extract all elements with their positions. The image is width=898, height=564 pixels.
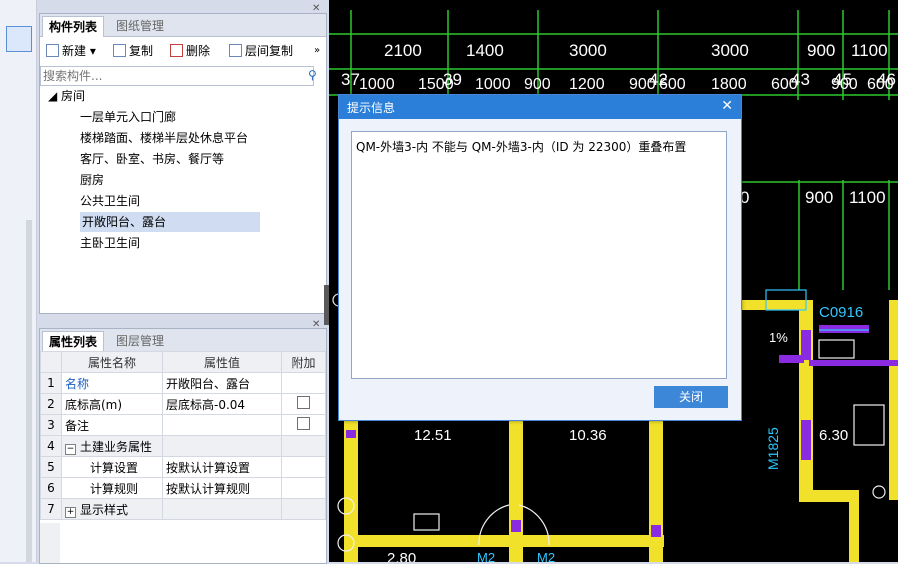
table-row[interactable]: 7 + 显示样式: [40, 498, 326, 520]
property-value[interactable]: 开敞阳台、露台: [162, 372, 282, 394]
delete-icon: [170, 44, 183, 57]
property-grid: 属性名称 属性值 附加 1 名称 开敞阳台、露台 2 底标高(m) 层底标高-0…: [40, 351, 326, 520]
dialog-message: QM-外墙3-内 不能与 QM-外墙3-内（ID 为 22300）重叠布置: [356, 140, 687, 154]
col-header-name: 属性名称: [61, 351, 163, 373]
extra-checkbox[interactable]: [297, 417, 310, 430]
view-mode-icon[interactable]: [6, 26, 32, 52]
property-group-name: 显示样式: [80, 502, 129, 517]
axis-label: 45: [833, 70, 852, 89]
property-value[interactable]: 按默认计算设置: [162, 456, 282, 478]
door-tag: M2: [477, 550, 496, 562]
tree-item[interactable]: 一层单元入口门廊: [80, 107, 176, 127]
tree-item[interactable]: 楼梯踏面、楼梯半层处休息平台: [80, 128, 248, 148]
tab-property-list[interactable]: 属性列表: [42, 331, 105, 352]
property-value[interactable]: 按默认计算规则: [162, 477, 282, 499]
new-button[interactable]: 新建 ▾: [46, 41, 96, 61]
axis-label: 39: [443, 70, 462, 89]
tab-layer-management[interactable]: 图层管理: [110, 331, 170, 351]
property-value[interactable]: 层底标高-0.04: [162, 393, 282, 415]
tab-drawing-management[interactable]: 图纸管理: [110, 16, 170, 36]
window-tag: C0916: [819, 304, 864, 321]
delete-button[interactable]: 删除: [170, 41, 210, 61]
axis-label: 42: [649, 70, 668, 89]
floor-copy-icon: [229, 44, 242, 57]
tree-item[interactable]: 公共卫生间: [80, 191, 140, 211]
axis-label: 43: [791, 70, 810, 89]
close-icon[interactable]: ✕: [721, 98, 733, 114]
room-area-label: 2.80: [387, 550, 417, 562]
dim-label: 1000: [475, 76, 511, 93]
slope-tag: 1%: [769, 330, 788, 345]
close-panel-icon[interactable]: ✕: [312, 3, 320, 14]
tab-component-list[interactable]: 构件列表: [42, 16, 105, 37]
room-area-label: 10.36: [569, 427, 607, 444]
floor-copy-button[interactable]: 层间复制: [229, 41, 293, 61]
table-row[interactable]: 5 计算设置 按默认计算设置: [40, 456, 326, 478]
property-name: 底标高(m): [61, 393, 163, 415]
copy-icon: [113, 44, 126, 57]
new-icon: [46, 44, 59, 57]
dim-label: 1100: [851, 41, 888, 60]
more-icon[interactable]: »: [314, 41, 320, 61]
close-panel-icon[interactable]: ✕: [312, 319, 320, 330]
property-list-panel: 属性列表 图层管理 属性名称 属性值 附加 1 名称 开敞阳台、露台 2 底标高…: [39, 328, 327, 564]
dim-label: 1800: [711, 76, 747, 93]
dim-label: 1200: [569, 76, 605, 93]
property-value[interactable]: [162, 414, 282, 436]
dim-label: 900: [805, 188, 834, 207]
property-name: 备注: [61, 414, 163, 436]
grid-corner: [40, 351, 62, 373]
dim-label: 1000: [359, 76, 395, 93]
dialog-message-box: QM-外墙3-内 不能与 QM-外墙3-内（ID 为 22300）重叠布置: [351, 131, 727, 379]
property-name: 名称: [61, 372, 163, 394]
col-header-extra: 附加: [281, 351, 326, 373]
dim-label: 2100: [384, 41, 422, 60]
room-area-label: 12.51: [414, 427, 452, 444]
table-row[interactable]: 1 名称 开敞阳台、露台: [40, 372, 326, 394]
property-name: 计算规则: [61, 477, 163, 499]
property-group-name: 土建业务属性: [80, 439, 153, 454]
dim-label: 1100: [849, 188, 886, 207]
table-row[interactable]: 4 − 土建业务属性: [40, 435, 326, 457]
door-tag: M2: [537, 550, 556, 562]
room-area-label: 6.30: [819, 427, 849, 444]
axis-label: 46: [877, 70, 896, 89]
col-header-value: 属性值: [162, 351, 282, 373]
dialog-title: 提示信息: [347, 101, 396, 115]
door-tag: M1825: [765, 427, 781, 470]
extra-checkbox[interactable]: [297, 396, 310, 409]
left-toolbar-strip: [0, 0, 37, 562]
table-row[interactable]: 2 底标高(m) 层底标高-0.04: [40, 393, 326, 415]
tree-item[interactable]: 主卧卫生间: [80, 233, 140, 253]
alert-dialog: 提示信息 ✕ QM-外墙3-内 不能与 QM-外墙3-内（ID 为 22300）…: [338, 94, 742, 421]
dim-label: 3000: [569, 41, 607, 60]
left-scrollbar[interactable]: [26, 220, 32, 562]
copy-button[interactable]: 复制: [113, 41, 153, 61]
tree-root-room[interactable]: ◢ 房间: [48, 86, 85, 106]
property-tabbar: 属性列表 图层管理: [40, 329, 326, 352]
property-name: 计算设置: [61, 456, 163, 478]
collapse-icon[interactable]: −: [65, 443, 76, 455]
dim-label: 900: [524, 76, 551, 93]
expand-icon[interactable]: +: [65, 506, 76, 518]
close-button[interactable]: 关闭: [654, 386, 728, 408]
dim-label: 3000: [711, 41, 749, 60]
component-tabbar: 构件列表 图纸管理: [40, 14, 326, 37]
search-input[interactable]: [40, 66, 314, 86]
dialog-header: 提示信息 ✕: [339, 95, 741, 119]
tree-item[interactable]: 客厅、卧室、书房、餐厅等: [80, 149, 224, 169]
tree-item[interactable]: 厨房: [80, 170, 104, 190]
table-row[interactable]: 3 备注: [40, 414, 326, 436]
dim-label: 900: [807, 41, 836, 60]
search-icon[interactable]: ⚲: [308, 68, 317, 82]
dim-label: 1400: [466, 41, 504, 60]
table-row[interactable]: 6 计算规则 按默认计算规则: [40, 477, 326, 499]
tree-item-selected[interactable]: 开敞阳台、露台: [80, 212, 260, 232]
axis-label: 37: [341, 70, 360, 89]
